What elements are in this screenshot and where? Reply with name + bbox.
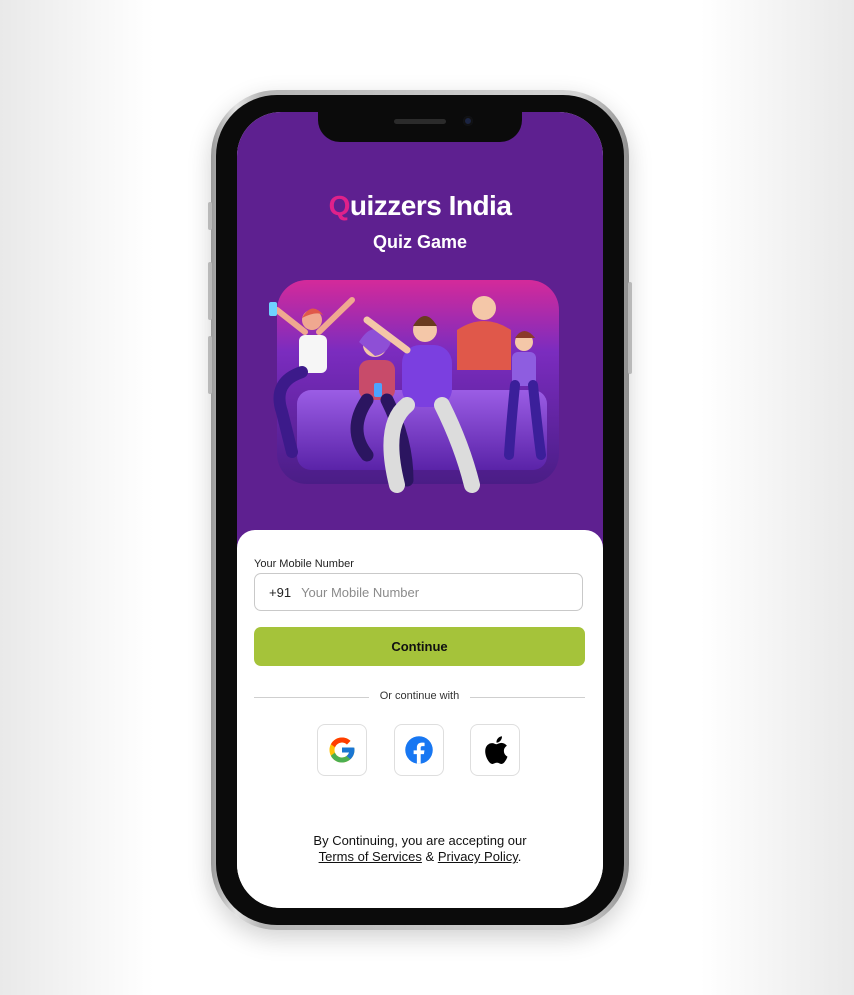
volume-down-button bbox=[208, 336, 212, 394]
power-button bbox=[628, 282, 632, 374]
hero-illustration bbox=[269, 280, 559, 493]
mute-switch bbox=[208, 202, 212, 230]
person-grandpa-body bbox=[457, 321, 511, 370]
app-subtitle: Quiz Game bbox=[372, 232, 468, 252]
mobile-number-field[interactable]: +91 bbox=[254, 573, 583, 611]
google-login-button[interactable] bbox=[317, 724, 367, 776]
logo-text-india: India bbox=[448, 190, 512, 221]
google-icon bbox=[329, 737, 355, 763]
country-code: +91 bbox=[269, 584, 292, 600]
person-grandpa-head bbox=[472, 296, 496, 320]
terms-link[interactable]: Terms of Services bbox=[319, 849, 422, 864]
phone-prop bbox=[374, 383, 382, 397]
camera-icon bbox=[463, 116, 473, 126]
apple-icon bbox=[485, 736, 508, 764]
logo-q: Q bbox=[328, 190, 351, 221]
login-sheet: Your Mobile Number +91 Continue Or conti… bbox=[237, 530, 603, 908]
phone-frame: Quizzers India Quiz Game Your Mobile Num… bbox=[208, 90, 632, 930]
phone-prop-left bbox=[269, 302, 277, 316]
facebook-icon bbox=[405, 736, 433, 764]
app-logo: Quizzers India bbox=[237, 190, 603, 222]
mobile-number-input[interactable] bbox=[299, 583, 544, 601]
continue-button[interactable]: Continue bbox=[254, 627, 585, 666]
legal-period: . bbox=[517, 849, 522, 864]
legal-notice: By Continuing, you are accepting our Ter… bbox=[237, 833, 603, 865]
apple-login-button[interactable] bbox=[470, 724, 520, 776]
notch bbox=[318, 112, 522, 142]
phone-screen: Quizzers India Quiz Game Your Mobile Num… bbox=[237, 112, 603, 908]
header-background: Quizzers India Quiz Game bbox=[237, 112, 603, 552]
legal-line-1: By Continuing, you are accepting our bbox=[313, 833, 527, 848]
speaker-grille bbox=[394, 119, 446, 124]
legal-ampersand: & bbox=[421, 849, 438, 864]
divider-line-right bbox=[470, 697, 585, 698]
divider-text: Or continue with bbox=[379, 690, 460, 702]
legal-line-2: Terms of Services & Privacy Policy. bbox=[237, 849, 603, 865]
volume-up-button bbox=[208, 262, 212, 320]
logo-text: uizzers bbox=[349, 190, 449, 221]
privacy-link[interactable]: Privacy Policy bbox=[438, 849, 518, 864]
facebook-login-button[interactable] bbox=[394, 724, 444, 776]
or-continue-divider: Or continue with bbox=[254, 690, 585, 704]
mobile-number-label: Your Mobile Number bbox=[254, 558, 354, 570]
